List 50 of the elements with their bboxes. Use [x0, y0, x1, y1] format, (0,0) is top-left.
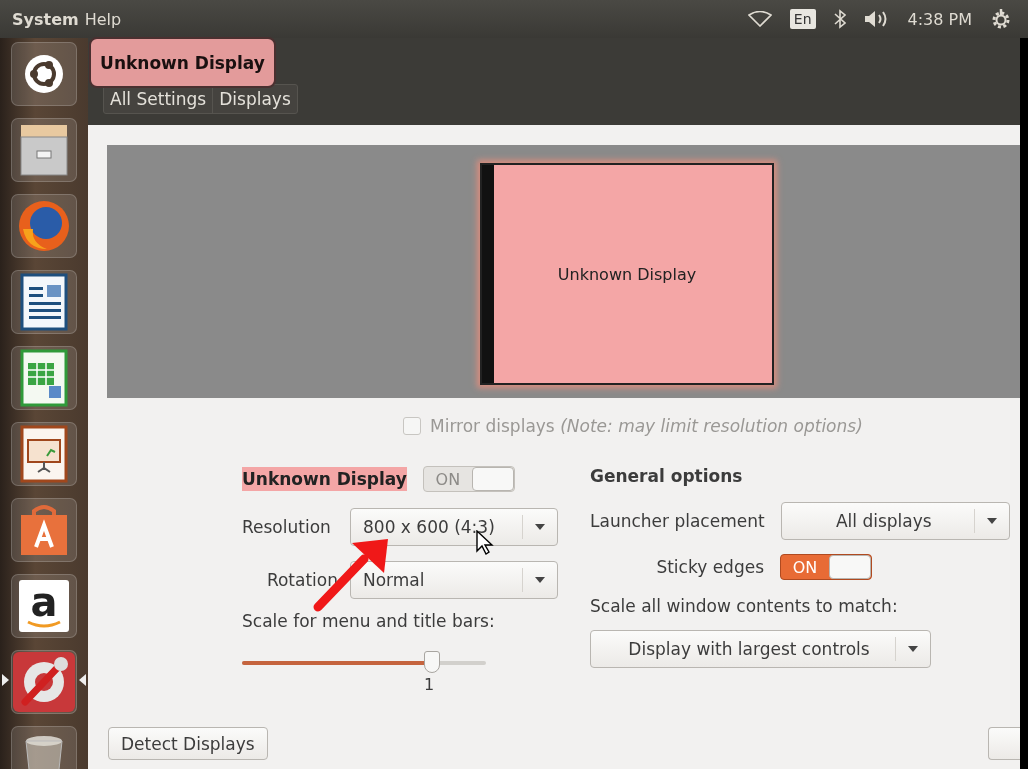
menu-item[interactable]: System [12, 9, 79, 29]
tooltip: Unknown Display [89, 37, 276, 88]
file-cabinet-icon [19, 123, 69, 177]
scale-value: 1 [422, 675, 436, 694]
rotation-label: Rotation [265, 570, 338, 590]
wifi-icon[interactable] [747, 11, 772, 27]
monitor-preview[interactable]: Unknown Display [480, 163, 774, 385]
ubuntu-logo-icon [24, 54, 64, 94]
slider-thumb[interactable] [424, 651, 441, 673]
spreadsheet-icon [19, 348, 69, 408]
caret-icon [987, 518, 997, 524]
caret-icon [535, 577, 545, 583]
document-icon [19, 272, 69, 332]
sticky-edges-label: Sticky edges [655, 557, 764, 577]
dropdown[interactable]: Normal [350, 561, 558, 599]
caret-icon [535, 524, 545, 530]
launcher-item[interactable]: a [11, 574, 77, 638]
caret-icon [908, 646, 918, 652]
scale-label: Scale for menu and title bars: [242, 611, 496, 631]
launcher-item[interactable] [11, 650, 77, 714]
monitor-label: Unknown Display [557, 264, 697, 284]
amazon-a-icon: a [19, 580, 69, 632]
gear-wrench-icon [13, 652, 75, 712]
trash-icon [22, 733, 66, 769]
scale-slider[interactable] [242, 651, 486, 675]
breadcrumb-button[interactable]: All Settings [104, 85, 213, 113]
bluetooth-icon[interactable] [833, 9, 846, 29]
launcher-item[interactable] [11, 346, 77, 410]
menu-item[interactable]: Help [84, 9, 122, 29]
presentation-icon [19, 424, 69, 484]
shopping-bag-icon [18, 503, 70, 557]
launcher-item[interactable] [11, 498, 77, 562]
dropdown[interactable]: Display with largest controls [590, 630, 931, 668]
detect-displays-button[interactable]: Detect Displays [108, 727, 268, 760]
display-name: Unknown Display [242, 467, 407, 491]
launcher-item[interactable] [11, 422, 77, 486]
dropdown[interactable]: 800 x 600 (4:3) [350, 508, 558, 546]
launcher-item[interactable] [11, 118, 77, 182]
resolution-label: Resolution [242, 517, 332, 537]
launcher-placement-label: Launcher placement [590, 511, 765, 531]
globe-icon [17, 199, 71, 253]
dropdown[interactable]: All displays [780, 502, 1010, 540]
mirror-label: Mirror displays (Note: may limit resolution options) [430, 416, 863, 436]
settings-icon[interactable] [990, 8, 1012, 30]
launcher-item[interactable] [11, 270, 77, 334]
section-heading: General options [590, 466, 744, 486]
keyboard-layout-indicator[interactable]: En [789, 9, 816, 29]
clock[interactable]: 4:38 PM [907, 9, 972, 29]
scale-contents-label: Scale all window contents to match: [590, 596, 899, 616]
launcher-item[interactable] [11, 42, 77, 106]
